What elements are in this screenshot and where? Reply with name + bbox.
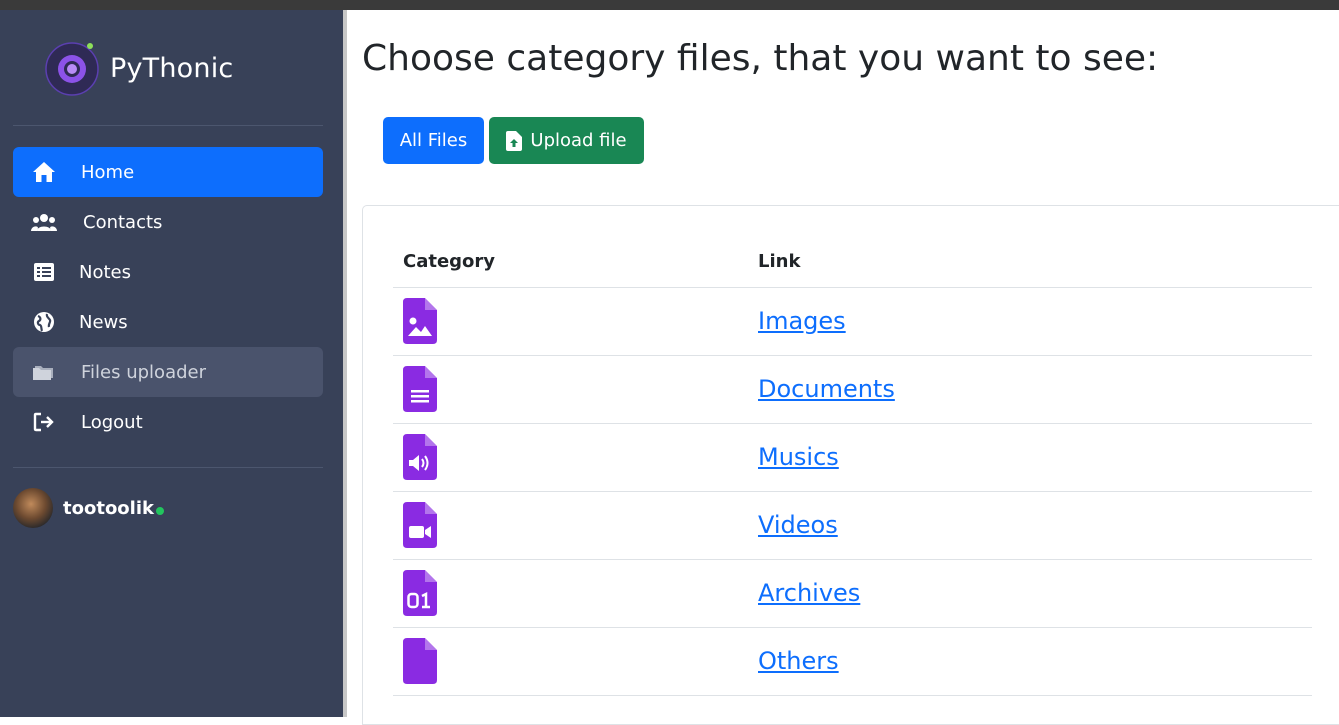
sidebar-item-label: Home (81, 161, 135, 183)
table-row: Videos (393, 491, 1312, 560)
sidebar-item-label: Notes (79, 261, 131, 283)
category-link-videos[interactable]: Videos (758, 511, 838, 539)
sidebar-item-logout[interactable]: Logout (13, 397, 323, 447)
file-icon (403, 638, 437, 684)
table-header-row: Category Link (393, 236, 1312, 288)
sidebar-item-notes[interactable]: Notes (13, 247, 323, 297)
globe-icon (31, 311, 57, 333)
categories-table: Category Link Images Documents Musics Vi… (393, 236, 1312, 696)
table-row: Images (393, 287, 1312, 356)
category-link-images[interactable]: Images (758, 307, 846, 335)
folder-icon (31, 361, 57, 383)
category-link-archives[interactable]: Archives (758, 579, 860, 607)
user-profile[interactable]: tootoolik (13, 488, 164, 528)
window-top-bar (0, 0, 1339, 10)
sidebar-item-label: Files uploader (81, 361, 206, 383)
home-icon (31, 161, 57, 183)
logout-icon (31, 411, 57, 433)
file-upload-icon (506, 130, 523, 151)
users-icon (31, 211, 57, 233)
page-title: Choose category files, that you want to … (362, 38, 1159, 79)
category-link-documents[interactable]: Documents (758, 375, 895, 403)
online-status-dot (155, 507, 164, 515)
file-audio-icon (403, 434, 437, 480)
sidebar-item-label: News (79, 311, 128, 333)
category-link-others[interactable]: Others (758, 647, 839, 675)
username: tootoolik (63, 497, 154, 519)
table-row: Archives (393, 559, 1312, 628)
all-files-button[interactable]: All Files (383, 117, 484, 164)
brand-name: PyThonic (110, 52, 234, 84)
upload-file-button[interactable]: Upload file (489, 117, 644, 164)
sidebar-item-contacts[interactable]: Contacts (13, 197, 323, 247)
sidebar-item-files-uploader[interactable]: Files uploader (13, 347, 323, 397)
list-icon (31, 261, 57, 283)
brand[interactable]: PyThonic (44, 40, 233, 96)
column-header-link: Link (758, 236, 1312, 288)
category-link-musics[interactable]: Musics (758, 443, 839, 471)
sidebar-divider (13, 125, 323, 126)
table-row: Others (393, 627, 1312, 696)
main-content: Choose category files, that you want to … (347, 10, 1339, 725)
sidebar: PyThonic Home Contacts Notes News Files … (0, 10, 343, 717)
brand-logo-icon (44, 40, 100, 96)
file-video-icon (403, 502, 437, 548)
sidebar-item-label: Logout (81, 411, 143, 433)
sidebar-item-news[interactable]: News (13, 297, 323, 347)
sidebar-nav: Home Contacts Notes News Files uploader (13, 147, 323, 447)
sidebar-item-home[interactable]: Home (13, 147, 323, 197)
file-binary-icon (403, 570, 437, 616)
table-row: Musics (393, 423, 1312, 492)
sidebar-item-label: Contacts (83, 211, 163, 233)
upload-file-label: Upload file (530, 130, 627, 151)
file-image-icon (403, 298, 437, 344)
avatar (13, 488, 53, 528)
column-header-category: Category (393, 236, 758, 288)
table-row: Documents (393, 355, 1312, 424)
categories-card: Category Link Images Documents Musics Vi… (362, 205, 1339, 725)
file-text-icon (403, 366, 437, 412)
sidebar-divider (13, 467, 323, 468)
